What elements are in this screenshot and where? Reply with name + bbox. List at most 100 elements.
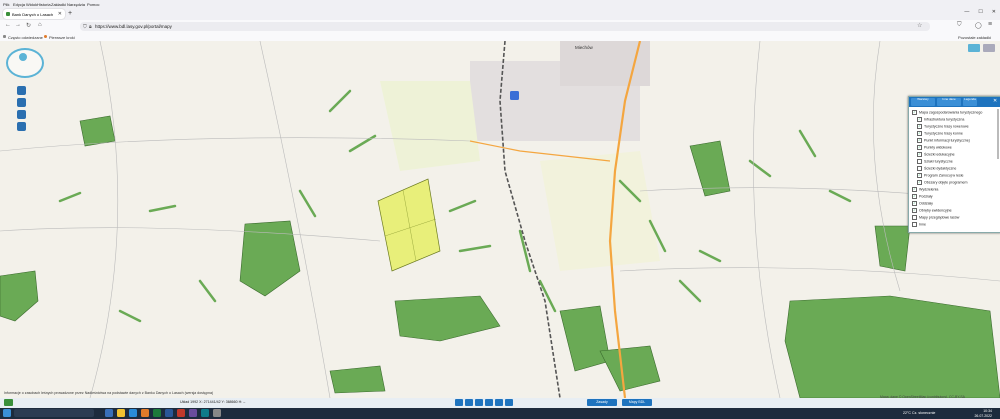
layer-checkbox[interactable]: ✓: [917, 117, 922, 122]
bookmark-star-icon[interactable]: ☆: [917, 22, 922, 29]
layer-label: Obręby ewidencyjne: [919, 208, 952, 213]
search-tool-icon[interactable]: [475, 399, 483, 406]
layer-row[interactable]: ✓ Turystyczne trasy konne: [917, 131, 963, 136]
edge-icon[interactable]: [129, 409, 137, 417]
layer-checkbox[interactable]: ✓: [912, 201, 917, 206]
new-tab-button[interactable]: +: [68, 10, 72, 17]
settings-icon[interactable]: [213, 409, 221, 417]
bookmark-first-steps[interactable]: Pierwsze kroki: [49, 35, 75, 40]
teams-icon[interactable]: [189, 409, 197, 417]
account-icon[interactable]: ◯: [975, 22, 982, 29]
layer-checkbox[interactable]: ✓: [917, 145, 922, 150]
panel-scrollbar[interactable]: [997, 109, 999, 159]
layer-row[interactable]: ✓ Wydzielenia: [912, 187, 938, 192]
tab-legend[interactable]: Legenda: [963, 97, 977, 106]
file-explorer-icon[interactable]: [117, 409, 125, 417]
browser-tab[interactable]: Bank Danych o Lasach ✕: [3, 9, 65, 19]
layer-checkbox[interactable]: [917, 159, 922, 164]
distance-tool-icon[interactable]: [485, 399, 493, 406]
layer-row[interactable]: ✓ Obręby ewidencyjne: [912, 208, 952, 213]
layer-row[interactable]: ✓ Mapa zagospodarowania turystycznego: [912, 110, 982, 115]
url-text[interactable]: https://www.bdl.lasy.gov.pl/portal/mapy: [95, 24, 172, 29]
info-tool-icon[interactable]: [465, 399, 473, 406]
layer-checkbox[interactable]: ✓: [912, 208, 917, 213]
minimize-icon[interactable]: —: [964, 9, 969, 15]
map-menu-icon[interactable]: [968, 44, 980, 52]
layers-icon[interactable]: [17, 122, 26, 131]
menu-item-view[interactable]: Widok: [26, 2, 37, 7]
layer-checkbox[interactable]: ✓: [912, 194, 917, 199]
tab-other-data[interactable]: Inne dane: [937, 97, 961, 106]
pan-center-icon[interactable]: [19, 53, 27, 61]
close-panel-icon[interactable]: ✕: [993, 98, 997, 104]
taskbar-search-box[interactable]: [14, 409, 94, 417]
back-icon[interactable]: ←: [5, 22, 11, 28]
layer-label: Infrastruktura turystyczna: [924, 117, 965, 122]
menu-item-help[interactable]: Pomoc: [87, 2, 99, 7]
layer-row[interactable]: ✓ Obszary objęte programem: [917, 180, 968, 185]
task-view-icon[interactable]: [105, 409, 113, 417]
firefox-taskbar-icon[interactable]: [141, 409, 149, 417]
layer-row[interactable]: Mapy przeglądowe lasów: [912, 215, 959, 220]
taskbar-clock[interactable]: 10:34 26.07.2022: [974, 409, 992, 418]
layer-row[interactable]: ✓ Punkt informacji turystycznej: [917, 138, 970, 143]
select-tool-icon[interactable]: [455, 399, 463, 406]
layer-checkbox[interactable]: ✓: [917, 138, 922, 143]
close-tab-icon[interactable]: ✕: [58, 11, 62, 17]
layer-checkbox[interactable]: [912, 222, 917, 227]
layer-checkbox[interactable]: ✓: [917, 131, 922, 136]
measure-icon[interactable]: [17, 98, 26, 107]
layer-checkbox[interactable]: [912, 215, 917, 220]
layer-row[interactable]: ✓ Program Zanocuj w lesie: [917, 173, 964, 178]
menu-item-edit[interactable]: Edycja: [13, 2, 25, 7]
layer-checkbox[interactable]: [917, 166, 922, 171]
layer-row[interactable]: ✓ Infrastruktura turystyczna: [917, 117, 964, 122]
layer-row[interactable]: ✓ Ścieżki edukacyjne: [917, 152, 955, 157]
outlook-icon[interactable]: [201, 409, 209, 417]
layer-checkbox[interactable]: ✓: [917, 180, 922, 185]
tab-layers[interactable]: Warstwy: [911, 97, 935, 106]
layer-row[interactable]: Inne: [912, 222, 926, 227]
menu-item-file[interactable]: Plik: [3, 2, 9, 7]
area-tool-icon[interactable]: [495, 399, 503, 406]
weather-widget[interactable]: 22°C Cz. słonecznie: [903, 411, 935, 415]
layer-checkbox[interactable]: ✓: [917, 173, 922, 178]
layer-checkbox[interactable]: ✓: [917, 152, 922, 157]
layer-checkbox[interactable]: ✓: [912, 187, 917, 192]
home-icon[interactable]: ⌂: [38, 22, 42, 28]
basemap-switch-icon[interactable]: [983, 44, 995, 52]
extensions-icon[interactable]: ⛉: [957, 22, 962, 29]
layer-checkbox[interactable]: ✓: [912, 110, 917, 115]
url-bar[interactable]: [80, 22, 930, 31]
rules-button[interactable]: Zasady: [587, 399, 617, 406]
lock-icon[interactable]: 🔒︎: [89, 24, 92, 30]
menu-icon[interactable]: ≡: [988, 21, 992, 28]
layer-row[interactable]: Szlaki turystyczne: [917, 159, 953, 164]
map-navigation-wheel[interactable]: [6, 48, 44, 78]
layer-row[interactable]: ✓ Oddziały: [912, 201, 933, 206]
zoom-in-icon[interactable]: [17, 86, 26, 95]
reload-icon[interactable]: ↻: [26, 22, 31, 29]
print-icon[interactable]: [17, 110, 26, 119]
menu-item-tools[interactable]: Narzędzia: [67, 2, 85, 7]
menu-item-history[interactable]: Historia: [37, 2, 51, 7]
bdl-maps-button[interactable]: Mapy BDL: [622, 399, 652, 406]
map-canvas[interactable]: [0, 41, 1000, 398]
shield-icon[interactable]: ⛉: [83, 24, 87, 30]
bookmark-other[interactable]: Pozostałe zakładki: [958, 35, 991, 40]
forward-icon[interactable]: →: [15, 22, 21, 28]
layer-row[interactable]: ✓ Podziały: [912, 194, 933, 199]
close-window-icon[interactable]: ✕: [992, 9, 996, 15]
pdf-icon[interactable]: [177, 409, 185, 417]
menu-item-bookmarks[interactable]: Zakładki: [51, 2, 66, 7]
start-icon[interactable]: [3, 409, 11, 417]
excel-icon[interactable]: [153, 409, 161, 417]
layer-row[interactable]: Ścieżki dydaktyczne: [917, 166, 956, 171]
bookmark-frequent[interactable]: Często odwiedzane: [8, 35, 43, 40]
layer-checkbox[interactable]: ✓: [917, 124, 922, 129]
maximize-icon[interactable]: ☐: [978, 9, 982, 15]
word-icon[interactable]: [165, 409, 173, 417]
layer-row[interactable]: ✓ Punkty widokowe: [917, 145, 952, 150]
cloud-tool-icon[interactable]: [505, 399, 513, 406]
layer-row[interactable]: ✓ Turystyczne trasy rowerowe: [917, 124, 969, 129]
